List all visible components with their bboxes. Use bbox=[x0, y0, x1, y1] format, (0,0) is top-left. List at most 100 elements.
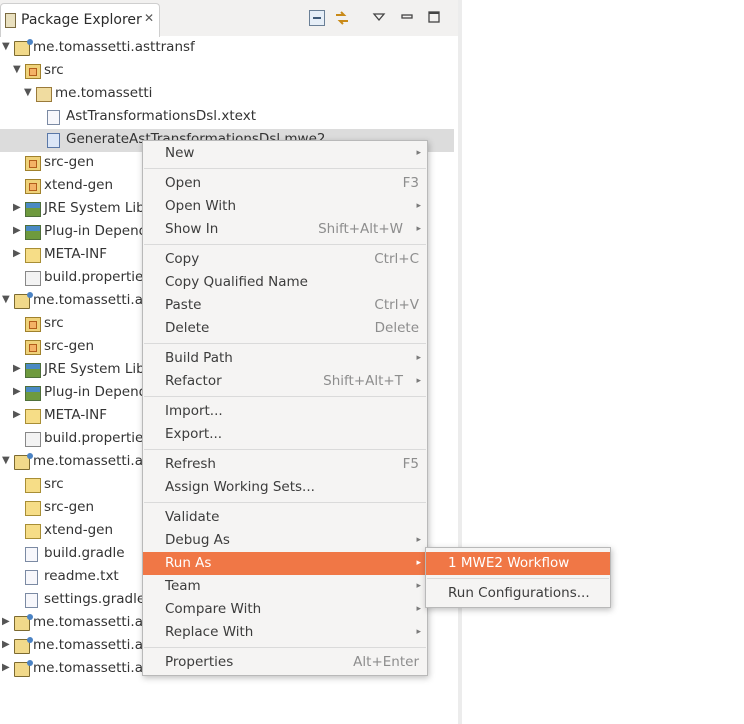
collapsed-twisty-icon[interactable]: ▶ bbox=[2, 640, 12, 650]
menu-item-validate[interactable]: Validate bbox=[143, 506, 427, 529]
menu-item-run-configurations[interactable]: Run Configurations... bbox=[426, 582, 610, 605]
link-with-editor-icon[interactable] bbox=[334, 10, 348, 25]
tree-item-label: xtend-gen bbox=[44, 177, 114, 193]
folder-icon bbox=[25, 409, 41, 424]
folder-icon bbox=[25, 524, 41, 539]
tree-item-label: src bbox=[44, 62, 64, 78]
menu-item-shortcut: Delete bbox=[374, 320, 419, 336]
file-icon bbox=[25, 547, 38, 562]
expanded-twisty-icon[interactable]: ▼ bbox=[24, 88, 34, 98]
submenu-arrow-icon: ▸ bbox=[416, 627, 421, 637]
menu-item-label: Properties bbox=[165, 654, 234, 670]
menu-item-show-in[interactable]: Show In Shift+Alt+W ▸ bbox=[143, 218, 427, 241]
folder-icon bbox=[25, 478, 41, 493]
menu-item-shortcut: Shift+Alt+T bbox=[323, 373, 403, 389]
menu-item-import[interactable]: Import... bbox=[143, 400, 427, 423]
menu-item-paste[interactable]: Paste Ctrl+V bbox=[143, 294, 427, 317]
menu-item-label: Run As bbox=[165, 555, 212, 571]
tree-item-label: AstTransformationsDsl.xtext bbox=[66, 108, 256, 124]
collapsed-twisty-icon[interactable]: ▶ bbox=[2, 663, 12, 673]
collapsed-twisty-icon[interactable]: ▶ bbox=[13, 410, 23, 420]
submenu-arrow-icon: ▸ bbox=[416, 535, 421, 545]
menu-item-refactor[interactable]: Refactor Shift+Alt+T ▸ bbox=[143, 370, 427, 393]
menu-item-1-mwe2-workflow[interactable]: 1 MWE2 Workflow bbox=[426, 552, 610, 575]
submenu-arrow-icon: ▸ bbox=[416, 604, 421, 614]
submenu-arrow-icon: ▸ bbox=[416, 376, 421, 386]
library-icon bbox=[25, 386, 41, 401]
menu-item-label: Run Configurations... bbox=[448, 585, 590, 601]
menu-item-compare-with[interactable]: Compare With ▸ bbox=[143, 598, 427, 621]
tree-item[interactable]: ▼ src bbox=[0, 59, 454, 82]
menu-item-label: Replace With bbox=[165, 624, 254, 640]
menu-item-label: Build Path bbox=[165, 350, 233, 366]
collapsed-twisty-icon[interactable]: ▶ bbox=[13, 203, 23, 213]
tree-item-label: settings.gradle bbox=[44, 591, 146, 607]
expanded-twisty-icon[interactable]: ▼ bbox=[2, 295, 12, 305]
menu-item-new[interactable]: New ▸ bbox=[143, 142, 427, 165]
menu-item-delete[interactable]: Delete Delete bbox=[143, 317, 427, 340]
view-tab-bar: Package Explorer ✕ bbox=[0, 0, 458, 37]
tree-item-label: me.tomassetti.a bbox=[33, 292, 143, 308]
menu-item-export[interactable]: Export... bbox=[143, 423, 427, 446]
menu-item-label: Paste bbox=[165, 297, 202, 313]
collapsed-twisty-icon[interactable]: ▶ bbox=[2, 617, 12, 627]
menu-item-shortcut: F5 bbox=[402, 456, 419, 472]
menu-item-label: Assign Working Sets... bbox=[165, 479, 315, 495]
menu-item-refresh[interactable]: Refresh F5 bbox=[143, 453, 427, 476]
menu-item-copy[interactable]: Copy Ctrl+C bbox=[143, 248, 427, 271]
menu-item-properties[interactable]: Properties Alt+Enter bbox=[143, 651, 427, 674]
menu-separator bbox=[144, 244, 426, 245]
folder-icon bbox=[25, 501, 41, 516]
editor-area-divider[interactable] bbox=[458, 0, 462, 724]
menu-item-label: Export... bbox=[165, 426, 223, 442]
tree-item[interactable]: AstTransformationsDsl.xtext bbox=[0, 105, 454, 128]
menu-item-label: Open With bbox=[165, 198, 237, 214]
expanded-twisty-icon[interactable]: ▼ bbox=[2, 42, 12, 52]
expanded-twisty-icon[interactable]: ▼ bbox=[13, 65, 23, 75]
expanded-twisty-icon[interactable]: ▼ bbox=[2, 456, 12, 466]
collapsed-twisty-icon[interactable]: ▶ bbox=[13, 249, 23, 259]
library-icon bbox=[25, 363, 41, 378]
menu-item-shortcut: F3 bbox=[402, 175, 419, 191]
menu-item-assign-working-sets[interactable]: Assign Working Sets... bbox=[143, 476, 427, 499]
menu-item-open[interactable]: Open F3 bbox=[143, 172, 427, 195]
menu-item-label: Copy Qualified Name bbox=[165, 274, 308, 290]
menu-separator bbox=[144, 502, 426, 503]
collapse-all-icon[interactable] bbox=[309, 10, 325, 26]
collapsed-twisty-icon[interactable]: ▶ bbox=[13, 387, 23, 397]
maximize-icon[interactable] bbox=[427, 10, 441, 24]
minimize-icon[interactable] bbox=[400, 10, 414, 24]
menu-item-debug-as[interactable]: Debug As ▸ bbox=[143, 529, 427, 552]
menu-item-replace-with[interactable]: Replace With ▸ bbox=[143, 621, 427, 644]
src-folder-icon bbox=[25, 64, 41, 79]
menu-separator bbox=[144, 396, 426, 397]
menu-separator bbox=[427, 578, 609, 579]
menu-item-run-as[interactable]: Run As ▸ bbox=[143, 552, 427, 575]
tab-package-explorer[interactable]: Package Explorer ✕ bbox=[0, 3, 160, 37]
tab-label: Package Explorer bbox=[21, 12, 142, 28]
tree-item[interactable]: ▼ me.tomassetti.asttransf bbox=[0, 36, 454, 59]
tree-item-label: src bbox=[44, 315, 64, 331]
tree-item-label: me.tomassetti.a bbox=[33, 453, 143, 469]
menu-item-label: Copy bbox=[165, 251, 200, 267]
collapsed-twisty-icon[interactable]: ▶ bbox=[13, 226, 23, 236]
menu-separator bbox=[144, 343, 426, 344]
src-folder-icon bbox=[25, 340, 41, 355]
menu-item-shortcut: Alt+Enter bbox=[353, 654, 419, 670]
menu-item-copy-qualified-name[interactable]: Copy Qualified Name bbox=[143, 271, 427, 294]
menu-item-build-path[interactable]: Build Path ▸ bbox=[143, 347, 427, 370]
menu-item-open-with[interactable]: Open With ▸ bbox=[143, 195, 427, 218]
view-menu-icon[interactable] bbox=[372, 10, 386, 24]
library-icon bbox=[25, 202, 41, 217]
tree-item-label: readme.txt bbox=[44, 568, 119, 584]
menu-item-team[interactable]: Team ▸ bbox=[143, 575, 427, 598]
close-icon[interactable]: ✕ bbox=[144, 11, 154, 25]
menu-item-label: Open bbox=[165, 175, 202, 191]
library-icon bbox=[25, 225, 41, 240]
tree-item[interactable]: ▼ me.tomassetti bbox=[0, 82, 454, 105]
menu-item-label: Validate bbox=[165, 509, 220, 525]
package-explorer-icon bbox=[5, 13, 16, 28]
collapsed-twisty-icon[interactable]: ▶ bbox=[13, 364, 23, 374]
file-icon bbox=[25, 593, 38, 608]
menu-item-shortcut: Ctrl+V bbox=[374, 297, 419, 313]
